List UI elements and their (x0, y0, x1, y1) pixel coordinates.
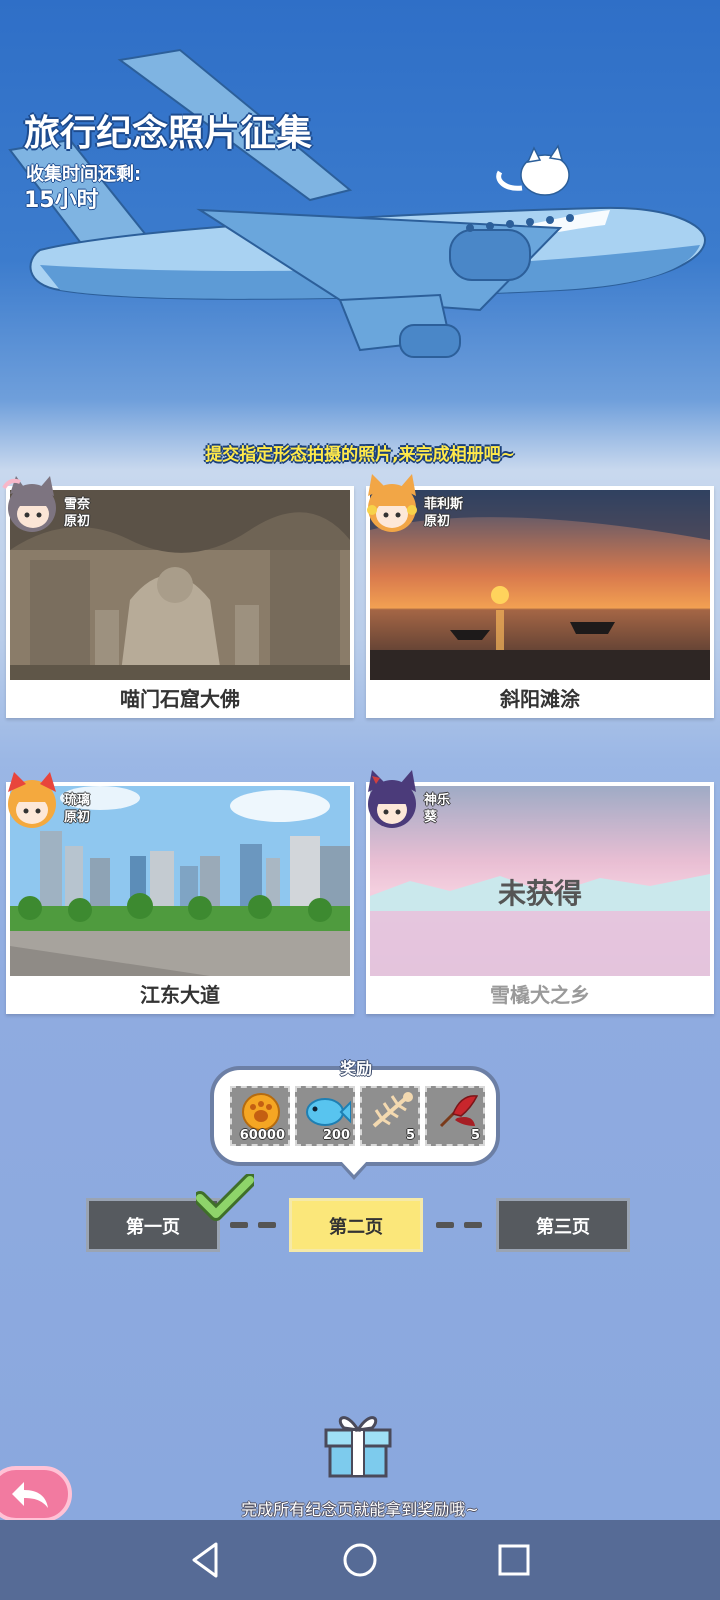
nav-home-icon[interactable] (340, 1540, 380, 1580)
locked-status-text: 未获得 (497, 877, 582, 910)
back-arrow-icon (12, 1482, 48, 1508)
red-feather-icon (439, 1095, 479, 1128)
character-avatar-icon (2, 476, 56, 532)
event-title: 旅行纪念照片征集 (24, 113, 313, 154)
character-name: 菲利斯 原初 (424, 497, 464, 529)
reward-count: 60000 (239, 1128, 285, 1143)
reward-count: 200 (322, 1128, 350, 1143)
page-connector (258, 1222, 276, 1228)
page-button-3[interactable]: 第三页 (496, 1198, 630, 1252)
photo-caption: 江东大道 (140, 983, 220, 1007)
fish-bone-icon (372, 1092, 413, 1128)
reward-count: 5 (470, 1128, 480, 1143)
character-name: 雪奈 原初 (64, 497, 91, 529)
system-navigation-bar (0, 1520, 720, 1600)
photo-caption: 斜阳滩涂 (500, 687, 580, 711)
photo-card-sunset-beach[interactable]: 菲利斯 原初 斜阳滩涂 (366, 474, 714, 718)
reward-bubble-tail-inner (340, 1160, 368, 1175)
photo-card-grotto[interactable]: 雪奈 原初 喵门石窟大佛 (2, 476, 354, 718)
cat-paw-coin-icon (242, 1093, 280, 1131)
back-button[interactable] (0, 1466, 72, 1522)
reward-item[interactable]: 5 (425, 1086, 485, 1146)
photo-caption: 喵门石窟大佛 (120, 687, 240, 711)
reward-count: 5 (405, 1128, 415, 1143)
photo-card-sled-dog-village[interactable]: 未获得 神乐 葵 雪橇犬之乡 (366, 770, 714, 1014)
page-button-2[interactable]: 第二页 (289, 1198, 423, 1252)
character-name: 琉璃 原初 (64, 793, 91, 825)
nav-back-icon[interactable] (186, 1540, 226, 1580)
reward-item[interactable]: 200 (295, 1086, 355, 1146)
instruction-text: 提交指定形态拍摄的照片,来完成相册吧~ (205, 445, 515, 465)
reward-title: 奖励 (339, 1059, 372, 1078)
gift-box-icon[interactable] (320, 1404, 396, 1480)
page-connector (436, 1222, 454, 1228)
footer-hint-text: 完成所有纪念页就能拿到奖励哦~ (241, 1500, 479, 1519)
nav-recents-icon[interactable] (494, 1540, 534, 1580)
page-connector (230, 1222, 248, 1228)
reward-item[interactable]: 5 (360, 1086, 420, 1146)
photo-card-city-avenue[interactable]: 琉璃 原初 江东大道 (6, 772, 354, 1014)
photo-caption: 雪橇犬之乡 (490, 983, 590, 1007)
page-connector (464, 1222, 482, 1228)
character-avatar-icon (367, 474, 417, 532)
character-avatar-icon (368, 770, 416, 828)
character-name: 神乐 葵 (424, 793, 451, 825)
time-remaining-value: 15小时 (24, 188, 99, 213)
airplane-illustration (8, 48, 707, 358)
character-avatar-icon (8, 772, 56, 828)
checkmark-icon (196, 1174, 254, 1221)
reward-item[interactable]: 60000 (230, 1086, 290, 1146)
blue-fish-gem-icon (306, 1098, 351, 1126)
